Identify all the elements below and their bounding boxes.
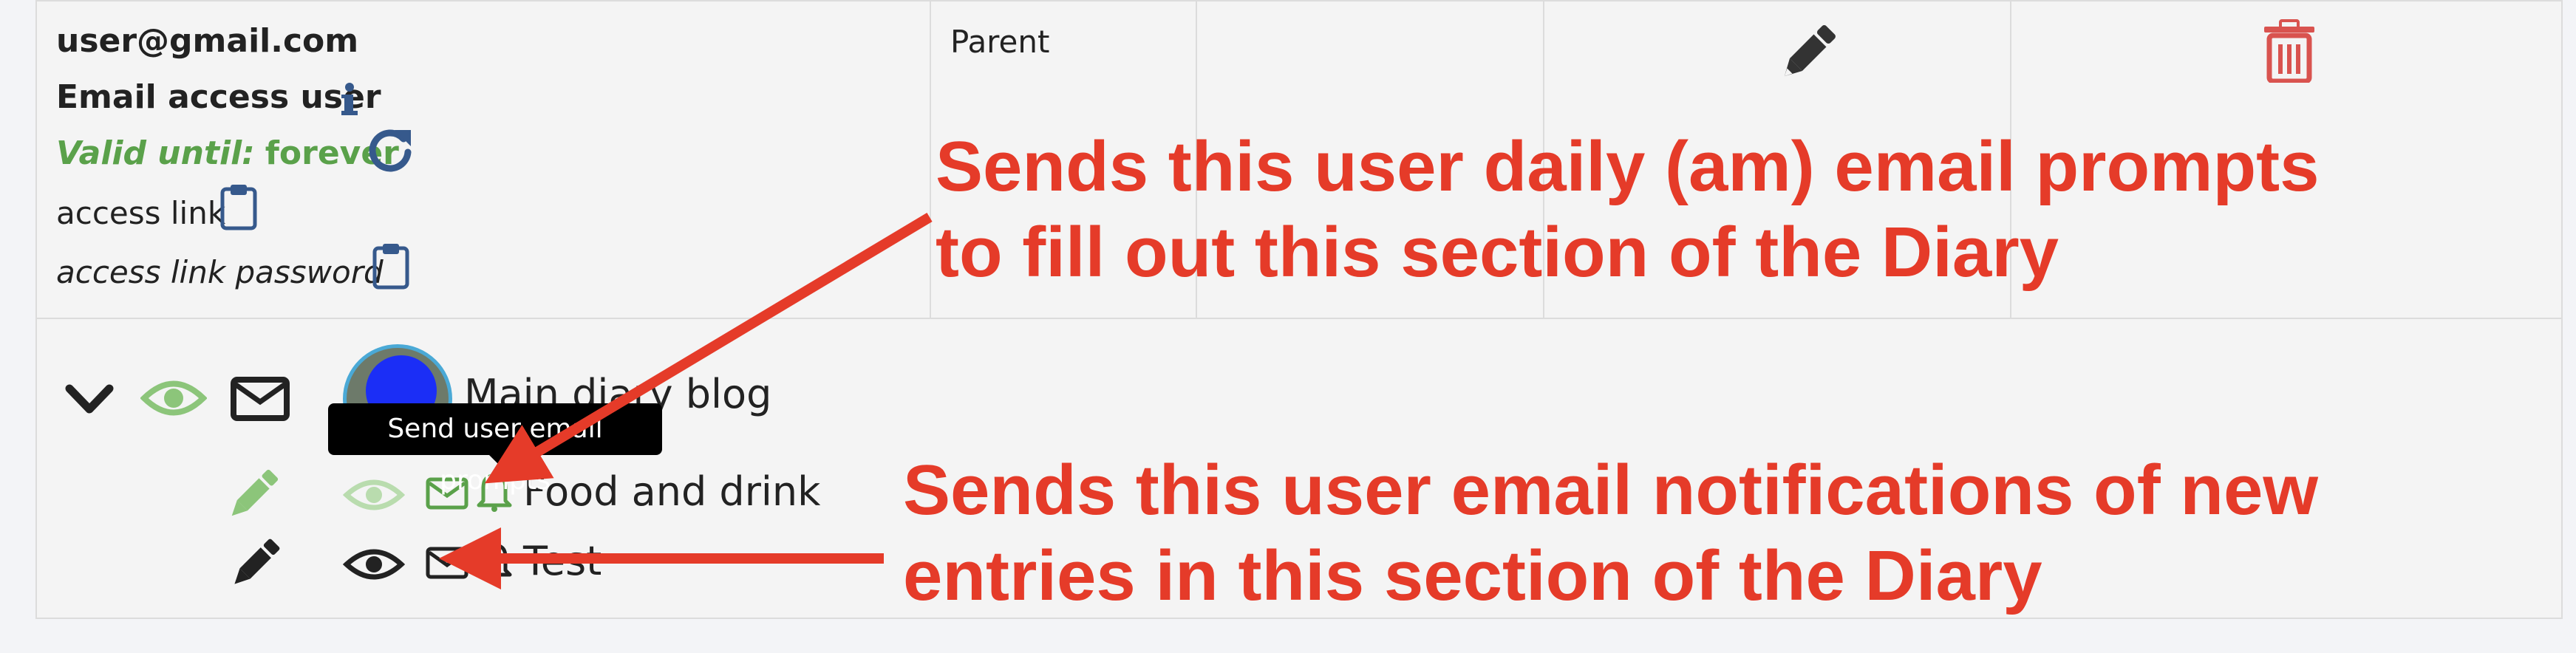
arrow-to-bell-icon: [484, 212, 933, 484]
annotation-arrows: [439, 212, 933, 589]
